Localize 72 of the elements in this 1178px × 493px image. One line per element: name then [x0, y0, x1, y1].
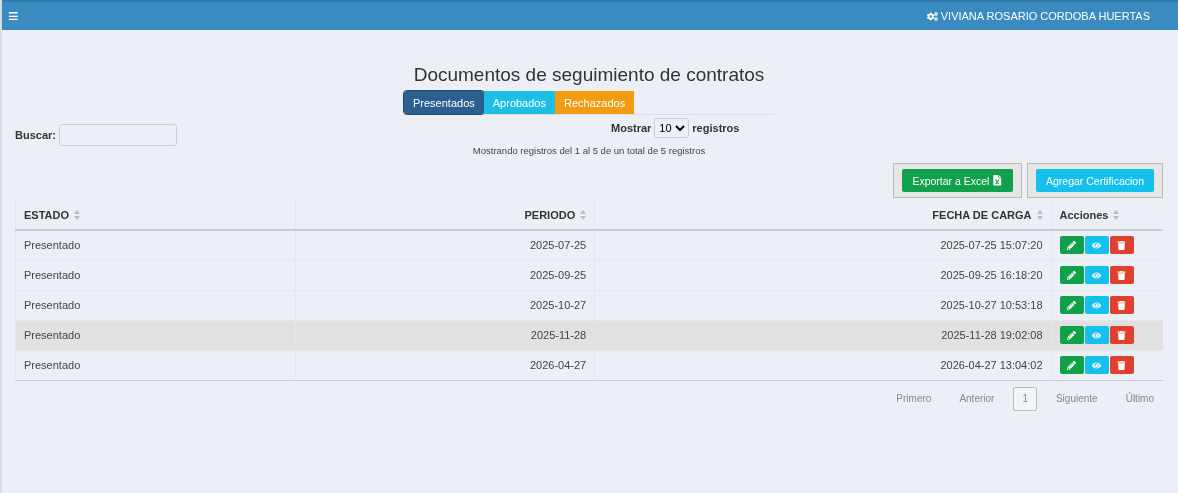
- sort-icon[interactable]: [1113, 210, 1120, 221]
- table-row[interactable]: Presentado 2025-09-25 2025-09-25 16:18:20: [15, 260, 1163, 290]
- table-cell: Presentado: [15, 350, 296, 380]
- table-cell: Presentado: [15, 260, 296, 290]
- trash-icon: [1117, 330, 1127, 340]
- eye-icon: [1092, 270, 1102, 280]
- view-button[interactable]: [1084, 236, 1109, 255]
- excel-icon: [992, 175, 1003, 186]
- eye-icon: [1092, 330, 1102, 340]
- trash-icon: [1117, 270, 1127, 280]
- pencil-icon: [1067, 330, 1077, 340]
- edit-button[interactable]: [1059, 356, 1084, 374]
- eye-icon: [1092, 300, 1102, 310]
- table-cell: 2025-09-25 16:18:20: [594, 260, 1052, 290]
- delete-button[interactable]: [1109, 326, 1134, 344]
- records-info: Mostrando registros del 1 al 5 de un total de 5 registros: [471, 145, 707, 156]
- view-button[interactable]: [1084, 326, 1109, 344]
- column-header[interactable]: ESTADO: [24, 209, 70, 222]
- table-cell: Presentado: [15, 290, 296, 320]
- table-cell: 2025-07-25 15:07:20: [594, 230, 1052, 260]
- sort-icon[interactable]: [580, 210, 587, 221]
- sort-icon[interactable]: [1036, 210, 1043, 221]
- table-row[interactable]: Presentado 2025-07-25 2025-07-25 15:07:20: [15, 230, 1163, 260]
- table-cell: 2025-10-27: [295, 290, 595, 320]
- edit-button[interactable]: [1059, 326, 1084, 344]
- length-label: registros: [692, 122, 740, 134]
- column-header[interactable]: Acciones: [1059, 209, 1109, 222]
- delete-button[interactable]: [1109, 296, 1134, 314]
- pencil-icon: [1067, 240, 1077, 250]
- view-button[interactable]: [1084, 356, 1109, 374]
- table-cell: 2025-07-25: [295, 230, 595, 260]
- menu-icon[interactable]: ≡: [8, 7, 19, 25]
- search-field[interactable]: [58, 123, 177, 146]
- table-cell: 2026-04-27 13:04:02: [594, 350, 1052, 380]
- pencil-icon: [1067, 300, 1077, 310]
- trash-icon: [1117, 300, 1127, 310]
- table-row[interactable]: Presentado 2026-04-27 2026-04-27 13:04:02: [15, 350, 1163, 380]
- length-label: Mostrar: [611, 122, 652, 134]
- filter-tab[interactable]: Presentados: [404, 91, 484, 114]
- delete-button[interactable]: [1109, 266, 1134, 284]
- view-button[interactable]: [1084, 296, 1109, 314]
- table-row[interactable]: Presentado 2025-10-27 2025-10-27 10:53:18: [15, 290, 1163, 320]
- table-cell: Presentado: [15, 230, 296, 260]
- pencil-icon: [1067, 360, 1077, 370]
- gears-icon: [926, 10, 938, 22]
- user-menu[interactable]: VIVIANA ROSARIO CORDOBA HUERTAS: [926, 10, 1150, 22]
- table-cell: 2025-09-25: [295, 260, 595, 290]
- pagination-button[interactable]: 1: [1013, 386, 1037, 411]
- edit-button[interactable]: [1059, 296, 1084, 314]
- page-title: Documentos de seguimiento de contratos: [412, 64, 766, 87]
- eye-icon: [1092, 360, 1102, 370]
- edit-button[interactable]: [1059, 236, 1084, 255]
- view-button[interactable]: [1084, 266, 1109, 284]
- table-cell: 2025-11-28: [295, 320, 595, 350]
- table-cell: 2026-04-27: [295, 350, 595, 380]
- search-label: Buscar:: [15, 128, 56, 141]
- trash-icon: [1117, 360, 1127, 370]
- table-cell: 2025-10-27 10:53:18: [594, 290, 1052, 320]
- delete-button[interactable]: [1109, 356, 1134, 374]
- column-header[interactable]: FECHA DE CARGA: [932, 209, 1032, 222]
- column-header[interactable]: PERIODO: [524, 209, 576, 222]
- table-cell: 2025-11-28 19:02:08: [594, 320, 1052, 350]
- pencil-icon: [1067, 270, 1077, 280]
- edit-button[interactable]: [1059, 266, 1084, 284]
- delete-button[interactable]: [1109, 236, 1134, 255]
- export-button[interactable]: Exportar a Excel: [893, 163, 1022, 198]
- eye-icon: [1092, 240, 1102, 250]
- table-row[interactable]: Presentado 2025-11-28 2025-11-28 19:02:08: [15, 320, 1163, 350]
- sort-icon[interactable]: [74, 210, 81, 221]
- trash-icon: [1117, 240, 1127, 250]
- page-length-select[interactable]: 10: [654, 118, 690, 138]
- table-cell: Presentado: [15, 320, 296, 350]
